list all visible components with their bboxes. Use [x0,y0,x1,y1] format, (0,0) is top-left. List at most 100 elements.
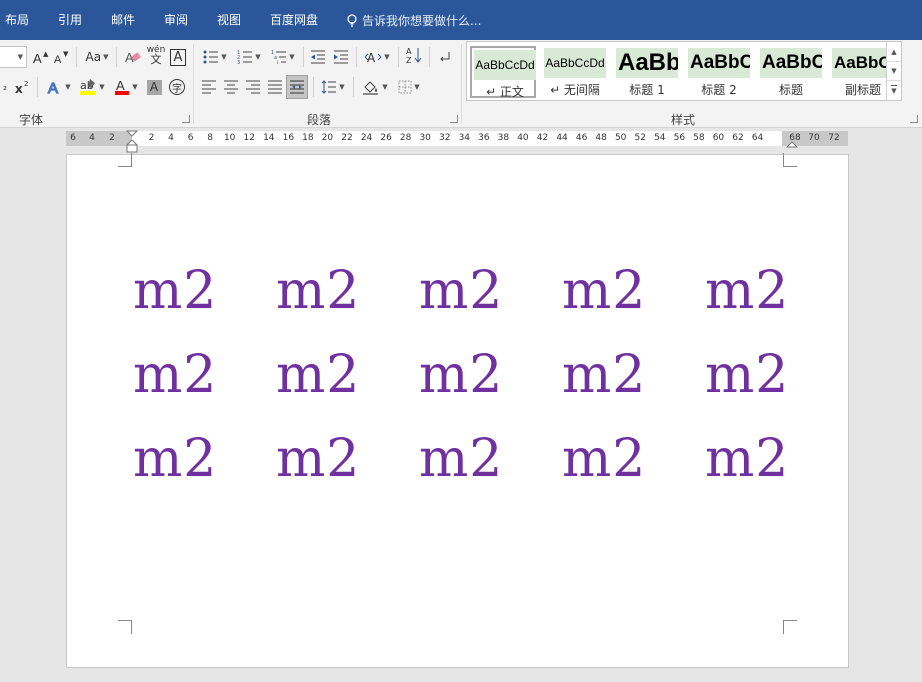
tab-1[interactable]: 布局 [5,13,29,27]
separator [37,77,38,97]
crop-mark-bottom-right [783,620,797,634]
text-effects-button[interactable]: A ▼ [44,76,74,98]
style-tile-3[interactable]: AaBb 标题 1 [614,46,680,98]
ruler-tick-label: 26 [380,133,392,143]
tab-6[interactable]: 百度网盘 [270,13,318,27]
tab-3[interactable]: 邮件 [111,13,135,27]
style-tile-4[interactable]: AaBbC 标题 2 [686,46,752,98]
style-name: 标题 2 [701,83,737,97]
shrink-font-icon: A ▼ [54,50,69,64]
document-text-cell[interactable]: m2 [276,345,360,405]
chevron-down-icon: ▼ [414,83,420,91]
expand-gallery-icon: ▼ [891,85,897,95]
style-tile-1[interactable]: AaBbCcDd ↵ 正文 [470,46,536,99]
style-tile-5[interactable]: AaBbC 标题 [758,46,824,98]
borders-button[interactable]: ▼ [394,76,424,98]
style-tile-2[interactable]: AaBbCcDd ↵ 无间隔 [542,46,608,98]
character-shading-label: A [146,79,162,95]
ruler-tick-label: 46 [575,133,588,143]
gallery-more-button[interactable]: ▼ [887,80,901,99]
sort-button[interactable]: AZ [404,44,424,66]
svg-text:2: 2 [24,80,28,88]
grow-font-button[interactable]: A ▲ [32,46,50,68]
phonetic-guide-button[interactable]: wén 文 [146,44,166,66]
document-page[interactable]: m2 m2 m2 m2 m2 m2 m2 m2 m2 m2 m2 m2 m2 m2 m2 [66,153,849,668]
gallery-scroll-up-button[interactable]: ▲ [887,42,901,61]
change-case-button[interactable]: Aa ▼ [81,46,113,68]
paragraph-dialog-launcher[interactable] [450,115,458,123]
tab-2[interactable]: 引用 [58,13,82,27]
ruler-tick-label: 10 [223,133,236,143]
chinese-layout-button[interactable]: A ▼ [362,46,392,68]
document-text-cell[interactable]: m2 [562,261,646,321]
align-right-button[interactable] [243,76,263,98]
svg-text:A: A [33,51,42,64]
character-border-button[interactable]: A [169,46,187,68]
ruler-tick-label: 8 [207,133,214,143]
numbering-button[interactable]: 123 ▼ [233,46,265,68]
character-shading-button[interactable]: A [145,76,163,98]
superscript-button[interactable]: x2 [14,76,32,98]
tab-5[interactable]: 视图 [217,13,241,27]
document-text-cell[interactable]: m2 [419,345,503,405]
svg-text:i: i [277,60,278,64]
chevron-down-icon: ▼ [289,53,295,61]
document-text-cell[interactable]: m2 [419,429,503,489]
document-text-cell[interactable]: m2 [276,429,360,489]
chevron-down-icon: ▼ [382,83,388,91]
ribbon-tab-bar: 布局 引用 邮件 审阅 视图 百度网盘 告诉我你想要做什么... [0,0,922,40]
subscript-button[interactable]: ₂ [0,76,10,98]
right-indent-marker[interactable] [786,139,798,149]
font-size-input[interactable]: ▼ [0,46,27,68]
document-text-cell[interactable]: m2 [562,429,646,489]
ruler-tick-label: 60 [712,133,725,143]
font-group-label: 字体 [19,113,44,127]
decrease-indent-icon [311,50,325,64]
clear-formatting-button[interactable]: A [123,46,143,68]
line-spacing-button[interactable]: ▼ [318,76,348,98]
document-text-cell[interactable]: m2 [562,345,646,405]
style-preview: AaBbC [832,48,894,78]
enclose-characters-button[interactable]: 字 [167,76,187,98]
style-name: 标题 1 [629,83,665,97]
document-text-cell[interactable]: m2 [419,261,503,321]
subscript-icon: ₂ [2,81,7,93]
document-text-cell[interactable]: m2 [705,261,789,321]
font-color-button[interactable]: A ▼ [111,76,141,98]
multilevel-list-button[interactable]: 1ai ▼ [267,46,299,68]
separator [303,47,304,67]
group-separator [193,44,194,124]
distributed-align-button[interactable] [286,75,308,99]
bullets-button[interactable]: ▼ [199,46,231,68]
align-center-button[interactable] [221,76,241,98]
document-text-cell[interactable]: m2 [705,429,789,489]
document-text-cell[interactable]: m2 [276,261,360,321]
ruler-tick-label: 30 [419,133,431,143]
style-preview: AaBbCcDd [544,48,606,78]
separator [116,47,117,67]
svg-text:▼: ▼ [63,50,69,58]
document-text-cell[interactable]: m2 [133,261,217,321]
increase-indent-button[interactable] [331,46,351,68]
tab-4[interactable]: 审阅 [164,13,188,27]
highlight-button[interactable]: ab ▼ [77,76,107,98]
shading-button[interactable]: ▼ [359,76,391,98]
shrink-font-button[interactable]: A ▼ [53,46,71,68]
styles-dialog-launcher[interactable] [910,115,918,123]
show-formatting-marks-button[interactable] [435,46,455,68]
document-text-cell[interactable]: m2 [133,429,217,489]
first-line-indent-marker[interactable] [126,130,138,154]
chevron-down-icon: ▼ [132,83,138,91]
document-text-cell[interactable]: m2 [705,345,789,405]
align-left-button[interactable] [199,76,219,98]
tell-me-search[interactable]: 告诉我你想要做什么... [346,12,481,29]
font-dialog-launcher[interactable] [182,115,190,123]
gallery-scroll-down-button[interactable]: ▼ [887,61,901,80]
document-text-cell[interactable]: m2 [133,345,217,405]
justify-button[interactable] [265,76,285,98]
ruler-tick-label: 58 [693,133,705,143]
chevron-down-icon: ▼ [99,83,105,91]
decrease-indent-button[interactable] [308,46,328,68]
horizontal-ruler[interactable]: 6 4 2 2 4 6 8 10 12 14 16 18 20 22 24 26 28 30 32 34 36 38 40 4… [66,130,848,153]
paragraph-mark-icon [440,52,450,62]
